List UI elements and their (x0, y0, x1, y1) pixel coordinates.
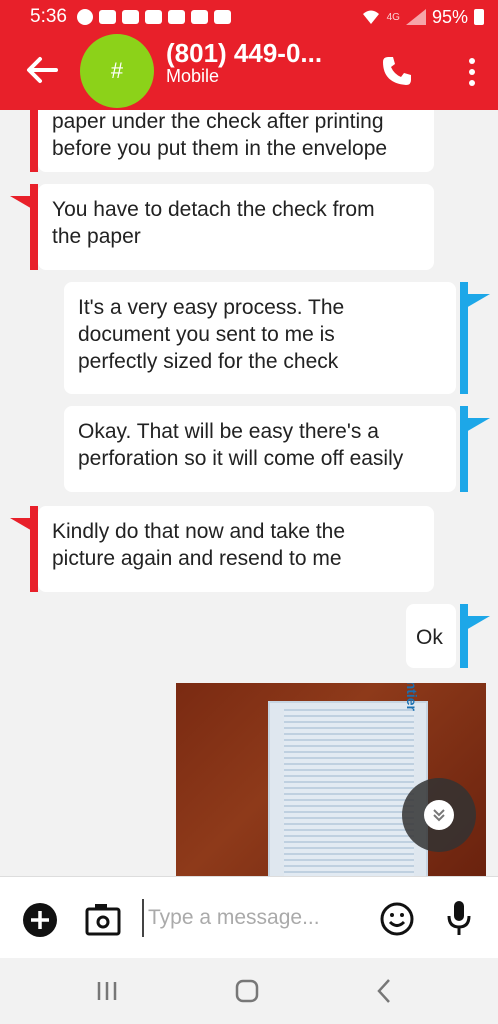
check-logo: Frontier (404, 683, 420, 711)
battery-icon (474, 9, 484, 25)
notification-icons (76, 9, 231, 25)
system-nav-bar (0, 958, 498, 1024)
youtube-icon (167, 10, 185, 24)
youtube-icon (121, 10, 139, 24)
message-text: paper under the check after printing (52, 110, 384, 133)
avatar[interactable]: # (80, 34, 154, 108)
contact-name[interactable]: (801) 449-0... (166, 38, 322, 69)
message-bubble-outgoing[interactable]: It's a very easy process. The document y… (64, 282, 456, 394)
status-bar: 5:36 4G 95% (0, 0, 498, 34)
calendar-icon (190, 10, 208, 24)
message-text: You have to detach the check from (52, 198, 375, 221)
message-list[interactable]: paper under the check after printing bef… (0, 110, 498, 876)
message-text: the paper (52, 225, 141, 248)
camera-icon[interactable] (84, 901, 122, 937)
outgoing-tail (466, 294, 490, 308)
message-text: picture again and resend to me (52, 547, 342, 570)
message-text: document you sent to me is (78, 323, 335, 346)
conversation-header: # (801) 449-0... Mobile (0, 34, 498, 110)
incoming-tail (10, 196, 34, 210)
outgoing-tail (466, 418, 490, 432)
message-text: before you put them in the envelope (52, 137, 388, 160)
message-text: It's a very easy process. The (78, 296, 345, 319)
facebook-icon (76, 9, 93, 25)
calendar-icon (213, 10, 231, 24)
message-text: perforation so it will come off easily (78, 447, 404, 470)
back-icon[interactable] (376, 978, 392, 1004)
message-input[interactable] (142, 899, 362, 937)
add-icon[interactable] (22, 902, 58, 938)
home-icon[interactable] (234, 978, 260, 1004)
contact-type: Mobile (166, 66, 220, 86)
back-arrow-icon[interactable] (24, 52, 60, 88)
message-bubble-incoming[interactable]: You have to detach the check from the pa… (38, 184, 434, 270)
outgoing-accent (460, 604, 468, 668)
message-bubble-outgoing[interactable]: Ok (406, 604, 456, 668)
check-image: Frontier (268, 683, 428, 876)
message-text: Okay. That will be easy there's a (78, 420, 379, 443)
microphone-icon[interactable] (446, 899, 472, 937)
incoming-tail (10, 518, 34, 532)
message-text: perfectly sized for the check (78, 350, 339, 373)
status-right: 4G 95% (361, 7, 484, 28)
battery-percent: 95% (431, 6, 468, 27)
message-text: Kindly do that now and take the (52, 520, 346, 543)
more-options-icon[interactable] (460, 56, 484, 88)
outgoing-tail (466, 616, 490, 630)
recent-apps-icon[interactable] (96, 980, 118, 1002)
network-label: 4G (386, 11, 400, 23)
incoming-accent (30, 110, 38, 172)
status-time: 5:36 (30, 6, 67, 27)
wifi-icon (362, 10, 379, 24)
phone-icon[interactable] (380, 54, 414, 88)
message-text: Ok (416, 626, 443, 649)
message-bubble-incoming[interactable]: paper under the check after printing bef… (38, 110, 434, 172)
check-pattern (284, 709, 414, 876)
youtube-icon (98, 10, 116, 24)
message-bubble-outgoing[interactable]: Okay. That will be easy there's a perfor… (64, 406, 456, 492)
chevron-down-icon (424, 800, 454, 830)
emoji-icon[interactable] (380, 902, 414, 936)
message-composer (0, 876, 498, 958)
youtube-icon (144, 10, 162, 24)
signal-icon (405, 9, 426, 25)
message-bubble-incoming[interactable]: Kindly do that now and take the picture … (38, 506, 434, 592)
scroll-to-bottom-button[interactable] (402, 778, 476, 852)
